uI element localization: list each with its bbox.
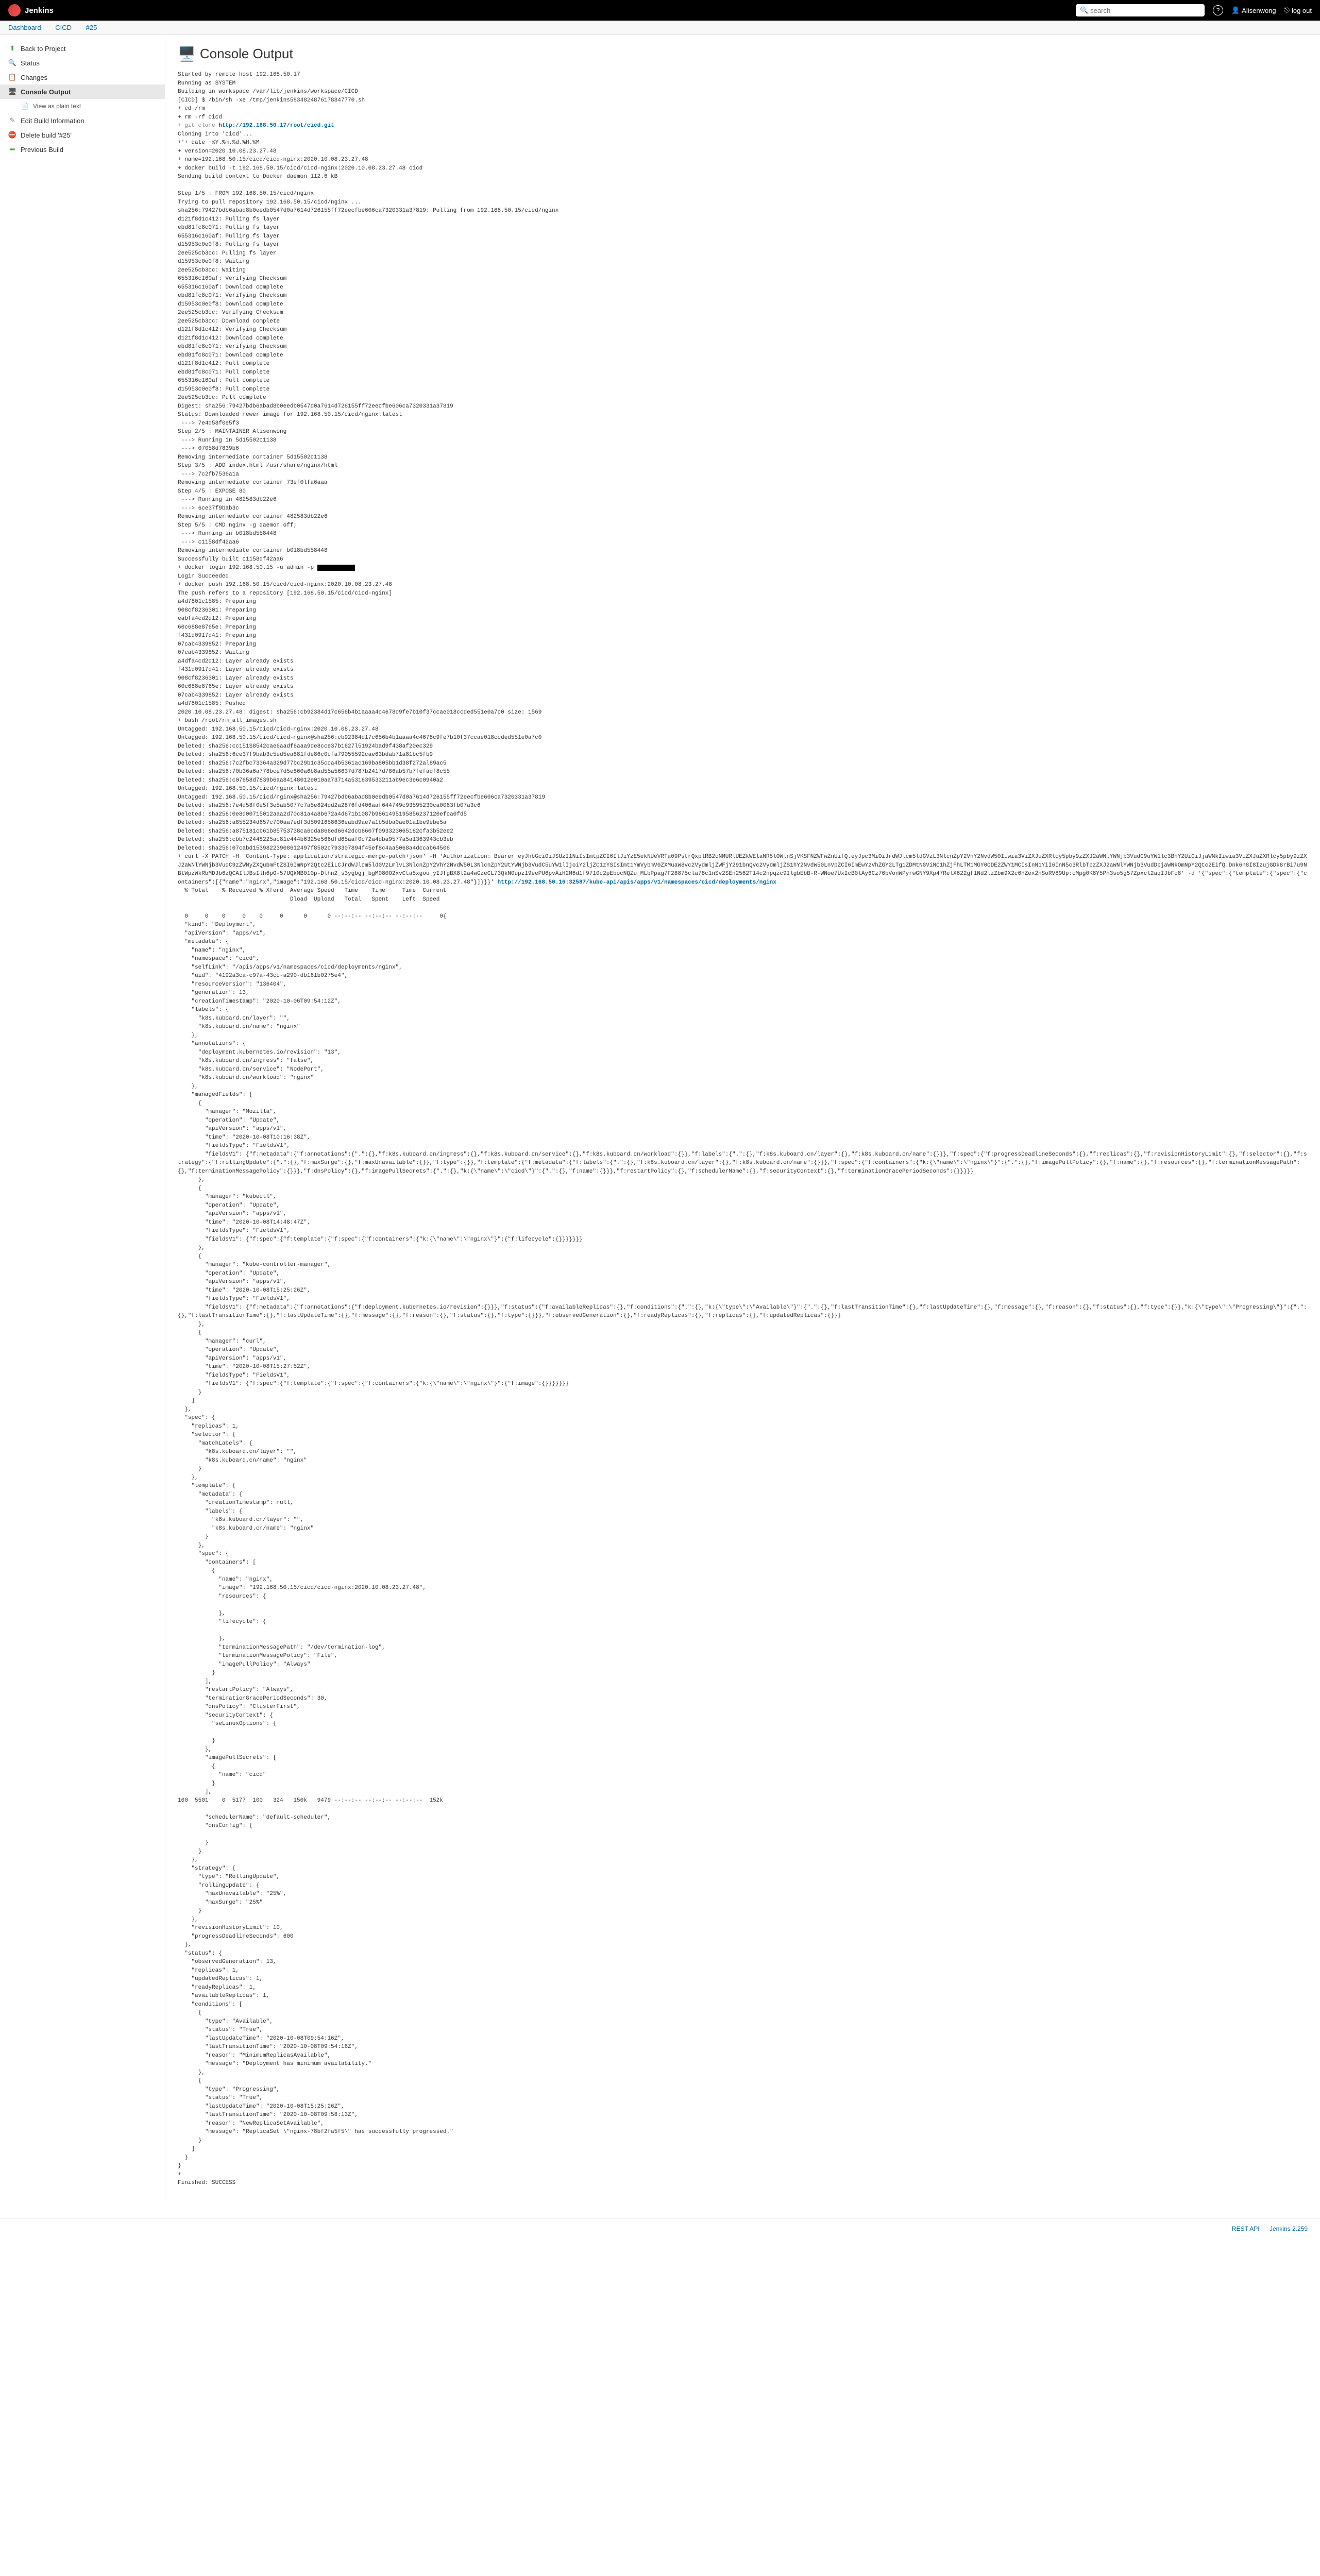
jenkins-version-link[interactable]: Jenkins 2.259 (1270, 2225, 1308, 2232)
api-url-link[interactable]: http://192.168.50.16:32587/kube-api/apis… (498, 879, 776, 886)
git-prefix: + git clone (178, 123, 218, 129)
sidebar-item-previous-build[interactable]: ⬅ Previous Build (0, 142, 165, 157)
console-title-icon: 🖥️ (178, 45, 196, 62)
search-input[interactable] (1090, 7, 1200, 14)
arrow-up-icon: ⬆ (8, 44, 16, 53)
console-login-block: Login Succeeded + docker push 192.168.50… (178, 573, 1307, 886)
page-footer: REST API Jenkins 2.259 (0, 2218, 1320, 2239)
user-link[interactable]: 👤 Alisenwong (1231, 6, 1276, 14)
sidebar-item-delete-build[interactable]: ⛔ Delete build '#25' (0, 128, 165, 142)
user-icon: 👤 (1231, 6, 1240, 14)
sidebar-item-back-to-project[interactable]: ⬆ Back to Project (0, 41, 165, 56)
sidebar-label: Status (21, 59, 40, 67)
sidebar-label: Console Output (21, 88, 71, 96)
console-json-body: "kind": "Deployment", "apiVersion": "app… (178, 922, 1307, 2186)
sidebar-item-edit-build-info[interactable]: ✎ Edit Build Information (0, 113, 165, 128)
breadcrumb-dashboard[interactable]: Dashboard (8, 24, 41, 31)
console-log: Started by remote host 192.168.50.17 Run… (178, 71, 1308, 2188)
sidebar-label: View as plain text (33, 103, 81, 110)
sidebar-item-view-plain-text[interactable]: 📄 View as plain text (0, 99, 165, 113)
changes-icon: 📋 (8, 73, 16, 81)
console-icon: 🖥 (8, 88, 16, 96)
jenkins-logo[interactable]: Jenkins (8, 4, 54, 16)
logout-icon: ⎋ (1284, 6, 1290, 14)
sidebar-item-console-output[interactable]: 🖥 Console Output (0, 84, 165, 99)
logout-link[interactable]: ⎋ log out (1284, 6, 1312, 14)
logout-text: log out (1292, 7, 1312, 14)
console-block-1: Started by remote host 192.168.50.17 Run… (178, 72, 365, 121)
delete-icon: ⛔ (8, 131, 16, 139)
help-icon: ? (1213, 5, 1223, 15)
sidebar-label: Delete build '#25' (21, 131, 72, 139)
sidebar-item-status[interactable]: 🔍 Status (0, 56, 165, 70)
plain-text-icon: 📄 (21, 102, 29, 110)
sidebar: ⬆ Back to Project 🔍 Status 📋 Changes 🖥 C… (0, 35, 165, 2198)
sidebar-label: Changes (21, 74, 47, 81)
breadcrumb: Dashboard CICD #25 (0, 21, 1320, 35)
search-box[interactable]: 🔍 (1076, 4, 1205, 16)
brand-text: Jenkins (25, 6, 54, 15)
page-title: 🖥️ Console Output (178, 45, 1308, 62)
console-curl-header: % Total % Received % Xferd Average Speed… (178, 888, 447, 920)
sidebar-item-changes[interactable]: 📋 Changes (0, 70, 165, 84)
edit-icon: ✎ (8, 116, 16, 125)
main-content: 🖥️ Console Output Started by remote host… (165, 35, 1320, 2198)
page-title-text: Console Output (200, 46, 293, 62)
status-icon: 🔍 (8, 59, 16, 67)
top-header: Jenkins 🔍 ? 👤 Alisenwong ⎋ log out (0, 0, 1320, 21)
rest-api-link[interactable]: REST API (1232, 2225, 1260, 2232)
username: Alisenwong (1242, 7, 1276, 14)
breadcrumb-cicd[interactable]: CICD (55, 24, 72, 31)
redacted-password: xxxxx (317, 565, 355, 571)
breadcrumb-build[interactable]: #25 (86, 24, 97, 31)
search-icon: 🔍 (1080, 6, 1088, 14)
prev-icon: ⬅ (8, 145, 16, 154)
sidebar-label: Previous Build (21, 146, 63, 154)
help-button[interactable]: ? (1213, 5, 1223, 15)
git-url-link[interactable]: http://192.168.50.17/root/cicd.git (218, 123, 334, 129)
sidebar-label: Back to Project (21, 45, 65, 53)
console-block-2: Cloning into 'cicd'... +'+ date +%Y.%m.%… (178, 131, 559, 571)
sidebar-label: Edit Build Information (21, 117, 84, 125)
jenkins-icon (8, 4, 21, 16)
